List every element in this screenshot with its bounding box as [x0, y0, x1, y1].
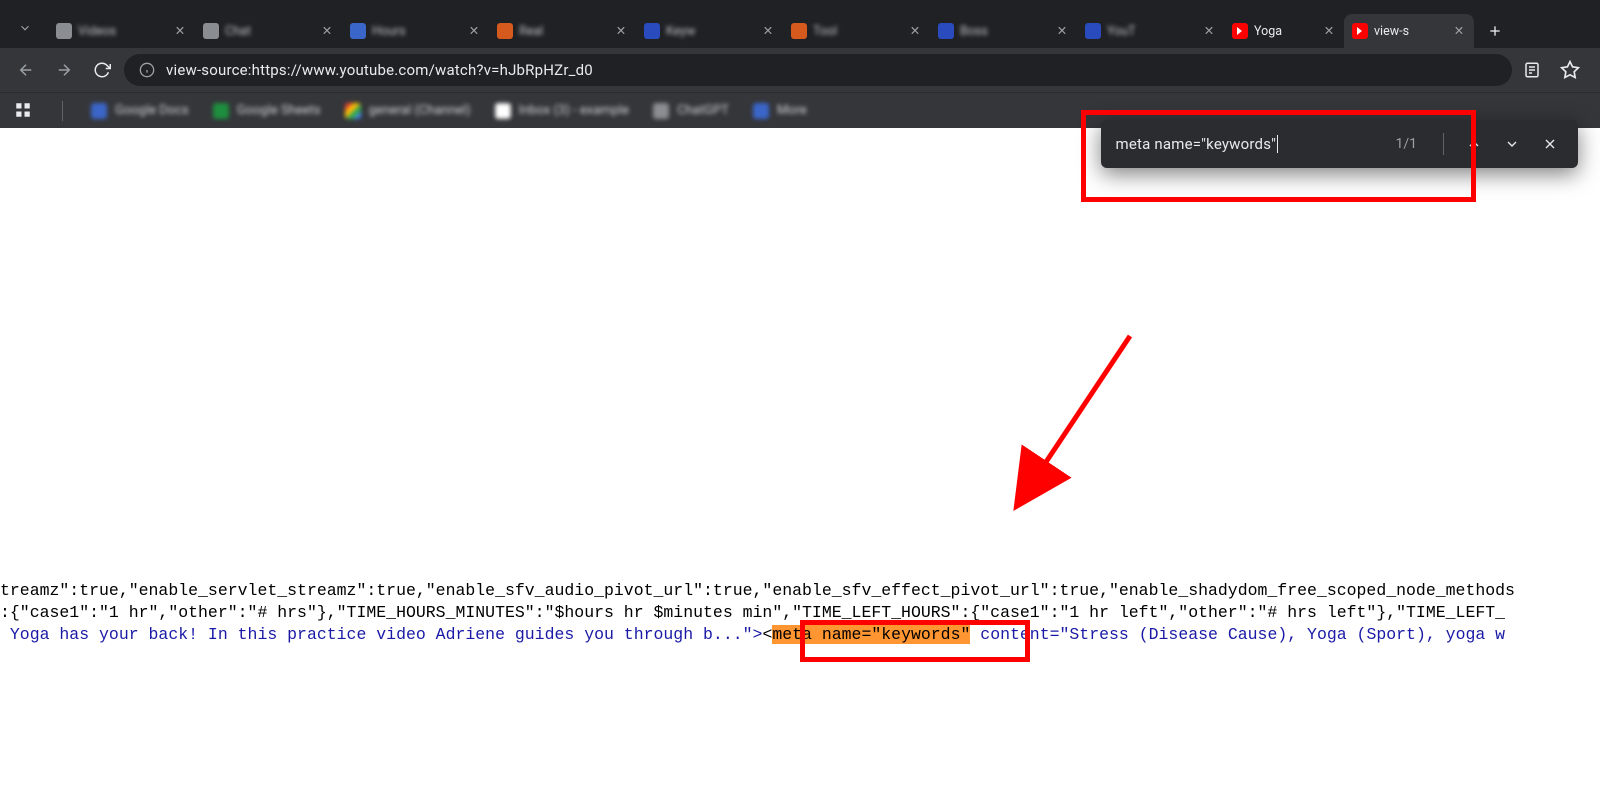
source-line-2: :{"case1":"1 hr","other":"# hrs"},"TIME_…	[0, 602, 1515, 624]
bookmark-favicon	[213, 103, 229, 119]
find-match-count: 1/1	[1385, 136, 1427, 152]
tab-favicon	[644, 23, 660, 39]
annotation-rectangle-source	[800, 620, 1030, 662]
tab-inactive-4[interactable]: Real ✕	[489, 14, 636, 48]
youtube-icon	[1232, 23, 1248, 39]
bookmark-item[interactable]: general (Channel)	[345, 103, 471, 119]
back-button[interactable]	[10, 54, 42, 86]
tab-favicon	[938, 23, 954, 39]
bookmark-label: Google Docs	[115, 103, 189, 118]
bookmark-item[interactable]: ChatGPT	[653, 103, 729, 119]
reader-mode-icon[interactable]	[1518, 56, 1546, 84]
forward-button[interactable]	[48, 54, 80, 86]
tab-label: view-s	[1374, 24, 1446, 39]
source-string: Yoga has your back! In this practice vid…	[0, 625, 762, 644]
close-icon[interactable]: ✕	[614, 24, 628, 38]
source-string: content="Stress (Disease Cause), Yoga (S…	[970, 625, 1505, 644]
tab-label: Yoga	[1254, 24, 1316, 39]
tab-favicon	[497, 23, 513, 39]
close-icon[interactable]: ✕	[1322, 24, 1336, 38]
reload-button[interactable]	[86, 54, 118, 86]
tab-inactive-6[interactable]: Tool ✕	[783, 14, 930, 48]
bookmark-favicon	[91, 103, 107, 119]
tab-favicon	[350, 23, 366, 39]
bookmark-item[interactable]: Google Docs	[91, 103, 189, 119]
apps-grid-icon[interactable]	[14, 101, 34, 121]
bookmark-favicon	[495, 103, 511, 119]
address-bar[interactable]: view-source:https://www.youtube.com/watc…	[124, 54, 1512, 86]
source-line-1: treamz":true,"enable_servlet_streamz":tr…	[0, 580, 1515, 602]
tab-favicon	[56, 23, 72, 39]
view-source-page: treamz":true,"enable_servlet_streamz":tr…	[0, 128, 1600, 796]
tab-strip: Videos ✕ Chat ✕ Hours ✕ Real ✕ Keyw ✕ To…	[0, 0, 1600, 48]
bookmark-label: More	[777, 103, 807, 118]
browser-toolbar: view-source:https://www.youtube.com/watc…	[0, 48, 1600, 92]
find-next-button[interactable]	[1498, 130, 1526, 158]
toolbar-right	[1518, 56, 1590, 84]
source-lines: treamz":true,"enable_servlet_streamz":tr…	[0, 580, 1515, 646]
find-input[interactable]: meta name="keywords"	[1115, 135, 1375, 153]
angle-bracket: <	[762, 625, 772, 644]
close-icon[interactable]: ✕	[1055, 24, 1069, 38]
tab-label: Boss	[960, 24, 1049, 39]
site-info-icon[interactable]	[138, 61, 156, 79]
text-caret	[1277, 135, 1278, 153]
tab-inactive-5[interactable]: Keyw ✕	[636, 14, 783, 48]
bookmarks-divider	[62, 101, 63, 121]
tab-label: Tool	[813, 24, 902, 39]
bookmark-label: general (Channel)	[369, 103, 471, 118]
tab-active-view-source[interactable]: view-s ✕	[1344, 14, 1474, 48]
close-icon[interactable]: ✕	[320, 24, 334, 38]
tab-label: Real	[519, 24, 608, 39]
bookmark-item[interactable]: Google Sheets	[213, 103, 321, 119]
bookmark-favicon	[753, 103, 769, 119]
bookmark-favicon	[345, 103, 361, 119]
tab-label: Hours	[372, 24, 461, 39]
close-icon[interactable]: ✕	[761, 24, 775, 38]
url-text: view-source:https://www.youtube.com/watc…	[166, 61, 1498, 79]
close-icon[interactable]: ✕	[173, 24, 187, 38]
tab-label: YouT	[1107, 24, 1196, 39]
find-in-page-bar: meta name="keywords" 1/1	[1101, 120, 1578, 168]
find-separator	[1443, 133, 1444, 155]
close-icon[interactable]: ✕	[1202, 24, 1216, 38]
bookmark-label: Inbox (3) - example	[519, 103, 629, 118]
bookmark-favicon	[653, 103, 669, 119]
find-bar-container: meta name="keywords" 1/1	[1101, 120, 1578, 168]
tab-inactive-7[interactable]: Boss ✕	[930, 14, 1077, 48]
tab-inactive-1[interactable]: Videos ✕	[48, 14, 195, 48]
close-icon[interactable]: ✕	[908, 24, 922, 38]
bookmark-label: Google Sheets	[237, 103, 321, 118]
bookmark-item[interactable]: More	[753, 103, 807, 119]
youtube-icon	[1352, 23, 1368, 39]
tab-label: Chat	[225, 24, 314, 39]
close-icon[interactable]: ✕	[1452, 24, 1466, 38]
source-line-3: Yoga has your back! In this practice vid…	[0, 624, 1515, 646]
bookmark-item[interactable]: Inbox (3) - example	[495, 103, 629, 119]
close-icon[interactable]: ✕	[467, 24, 481, 38]
tab-yoga[interactable]: Yoga ✕	[1224, 14, 1344, 48]
tab-label: Videos	[78, 24, 167, 39]
find-close-button[interactable]	[1536, 130, 1564, 158]
bookmark-star-icon[interactable]	[1556, 56, 1584, 84]
bookmark-label: ChatGPT	[677, 103, 729, 118]
tab-inactive-8[interactable]: YouT ✕	[1077, 14, 1224, 48]
tab-inactive-3[interactable]: Hours ✕	[342, 14, 489, 48]
tab-favicon	[203, 23, 219, 39]
tab-label: Keyw	[666, 24, 755, 39]
find-previous-button[interactable]	[1460, 130, 1488, 158]
tab-favicon	[791, 23, 807, 39]
tab-inactive-2[interactable]: Chat ✕	[195, 14, 342, 48]
tab-favicon	[1085, 23, 1101, 39]
tabs-dropdown-button[interactable]	[8, 14, 42, 42]
new-tab-button[interactable]	[1480, 16, 1510, 46]
find-query-text: meta name="keywords"	[1115, 135, 1276, 153]
